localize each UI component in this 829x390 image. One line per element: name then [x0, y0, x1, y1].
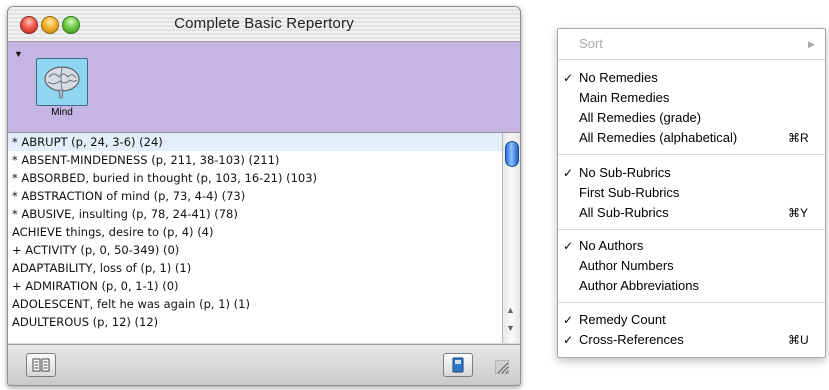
menu-item-label: Cross-References: [579, 332, 684, 347]
list-view-icon: [32, 358, 50, 372]
menu-separator: [558, 229, 825, 230]
menu-separator: [558, 154, 825, 155]
view-options-menu: Sort ▶ ✓ No Remedies Main Remedies All R…: [557, 28, 826, 358]
list-item[interactable]: ADOLESCENT, felt he was again (p, 1) (1): [8, 295, 502, 313]
menu-item-label: All Remedies (alphabetical): [579, 130, 738, 145]
mind-chapter-button[interactable]: [36, 58, 88, 106]
rubric-list: * ABRUPT (p, 24, 3-6) (24) * ABSENT-MIND…: [8, 133, 502, 343]
submenu-arrow-icon: ▶: [808, 39, 815, 49]
list-item[interactable]: ACHIEVE things, desire to (p, 4) (4): [8, 223, 502, 241]
menu-item-label: Remedy Count: [579, 312, 666, 327]
menu-separator: [558, 59, 825, 60]
scroll-up-arrow-icon[interactable]: ▲: [506, 305, 515, 315]
menu-item-label: Main Remedies: [579, 90, 670, 105]
menu-item-first-sub-rubrics[interactable]: First Sub-Rubrics: [558, 183, 825, 203]
list-item[interactable]: * ABSORBED, buried in thought (p, 103, 1…: [8, 169, 502, 187]
chapter-icon-panel: ▼ Mind: [8, 42, 520, 133]
menu-separator: [558, 302, 825, 303]
repertory-window: Complete Basic Repertory ▼ Mind * ABRUPT…: [7, 6, 521, 386]
scrollbar-thumb[interactable]: [505, 141, 519, 167]
menu-item-label: No Remedies: [579, 70, 658, 85]
menu-item-all-sub-rubrics[interactable]: All Sub-Rubrics ⌘Y: [558, 203, 825, 223]
menu-shortcut: ⌘Y: [788, 206, 809, 220]
list-item[interactable]: * ABSENT-MINDEDNESS (p, 211, 38-103) (21…: [8, 151, 502, 169]
menu-item-label: No Authors: [579, 238, 644, 253]
list-item[interactable]: + ADMIRATION (p, 0, 1-1) (0): [8, 277, 502, 295]
bottom-toolbar: [8, 344, 520, 385]
book-icon: [452, 357, 464, 373]
list-view-button[interactable]: [26, 353, 56, 377]
resize-grip-icon[interactable]: [495, 360, 509, 374]
menu-item-author-abbreviations[interactable]: Author Abbreviations: [558, 276, 825, 296]
checkmark-icon: ✓: [563, 313, 574, 327]
checkmark-icon: ✓: [563, 166, 574, 180]
list-item[interactable]: ADAPTABILITY, loss of (p, 1) (1): [8, 259, 502, 277]
menu-item-all-remedies-alphabetical[interactable]: All Remedies (alphabetical) ⌘R: [558, 128, 825, 148]
brain-icon: [44, 66, 80, 99]
menu-item-sort: Sort ▶: [558, 34, 825, 54]
menu-item-label: All Sub-Rubrics: [579, 205, 669, 220]
menu-item-no-remedies[interactable]: ✓ No Remedies: [558, 68, 825, 88]
window-title: Complete Basic Repertory: [174, 15, 354, 32]
menu-item-label: All Remedies (grade): [579, 110, 702, 125]
checkmark-icon: ✓: [563, 71, 574, 85]
menu-item-label: Sort: [579, 36, 603, 51]
menu-item-no-sub-rubrics[interactable]: ✓ No Sub-Rubrics: [558, 163, 825, 183]
checkmark-icon: ✓: [563, 239, 574, 253]
disclosure-triangle-icon[interactable]: ▼: [14, 49, 23, 59]
vertical-scrollbar[interactable]: ▲ ▼: [502, 133, 520, 343]
menu-item-label: Author Abbreviations: [579, 278, 699, 293]
menu-item-remedy-count[interactable]: ✓ Remedy Count: [558, 310, 825, 330]
menu-item-no-authors[interactable]: ✓ No Authors: [558, 236, 825, 256]
menu-shortcut: ⌘U: [788, 333, 809, 347]
mind-chapter-label: Mind: [51, 107, 73, 118]
menu-item-label: No Sub-Rubrics: [579, 165, 671, 180]
menu-shortcut: ⌘R: [788, 131, 809, 145]
menu-item-label: First Sub-Rubrics: [579, 185, 680, 200]
list-item[interactable]: * ABRUPT (p, 24, 3-6) (24): [8, 133, 502, 151]
list-item[interactable]: + ACTIVITY (p, 0, 50-349) (0): [8, 241, 502, 259]
menu-item-cross-references[interactable]: ✓ Cross-References ⌘U: [558, 330, 825, 350]
list-item[interactable]: * ABSTRACTION of mind (p, 73, 4-4) (73): [8, 187, 502, 205]
menu-item-label: Author Numbers: [579, 258, 674, 273]
list-item[interactable]: ADULTEROUS (p, 12) (12): [8, 313, 502, 331]
list-item[interactable]: * ABUSIVE, insulting (p, 78, 24-41) (78): [8, 205, 502, 223]
menu-item-author-numbers[interactable]: Author Numbers: [558, 256, 825, 276]
book-button[interactable]: [443, 353, 473, 377]
scroll-down-arrow-icon[interactable]: ▼: [506, 323, 515, 333]
title-bar[interactable]: Complete Basic Repertory: [8, 7, 520, 42]
menu-item-all-remedies-grade[interactable]: All Remedies (grade): [558, 108, 825, 128]
checkmark-icon: ✓: [563, 333, 574, 347]
menu-item-main-remedies[interactable]: Main Remedies: [558, 88, 825, 108]
